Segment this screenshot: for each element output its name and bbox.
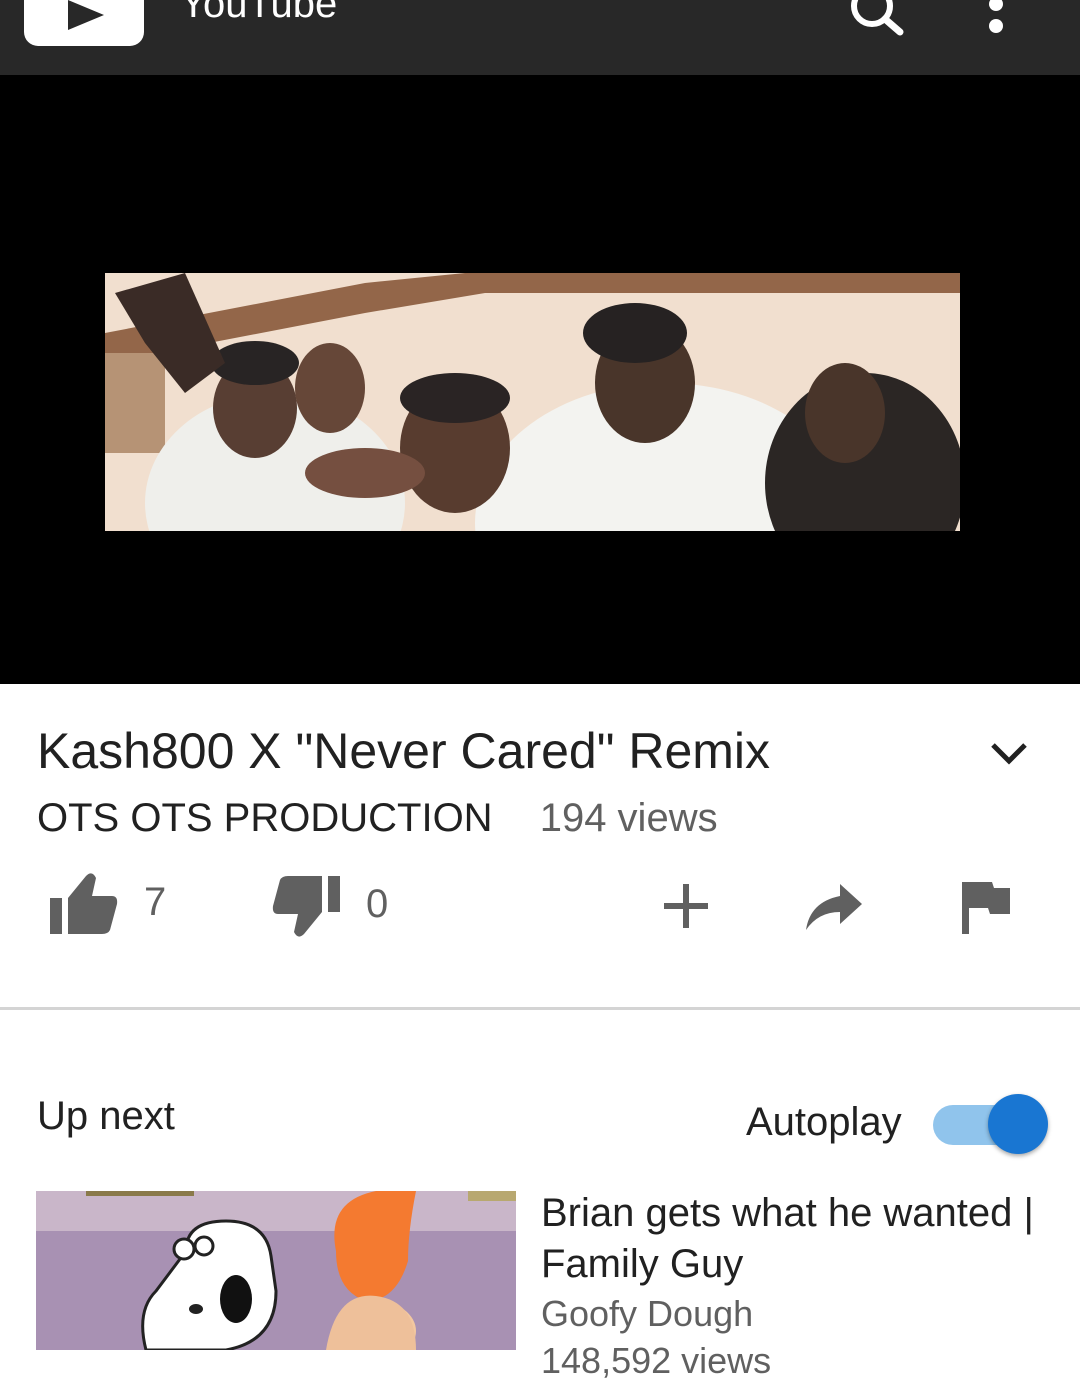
- thumbnail-image: [36, 1191, 516, 1350]
- add-icon[interactable]: [664, 884, 708, 928]
- channel-name[interactable]: OTS OTS PRODUCTION: [37, 796, 493, 840]
- recommended-thumbnail[interactable]: [36, 1191, 516, 1350]
- up-next-heading: Up next: [37, 1094, 175, 1138]
- youtube-logo-icon[interactable]: [24, 0, 144, 46]
- more-vert-icon[interactable]: [985, 0, 1007, 38]
- thumb-up-icon[interactable]: [50, 872, 118, 934]
- video-title: Kash800 X "Never Cared" Remix: [37, 723, 771, 779]
- recommended-title[interactable]: Brian gets what he wanted | Family Guy: [541, 1188, 1061, 1290]
- recommended-views: 148,592 views: [541, 1340, 772, 1381]
- chevron-down-icon[interactable]: [988, 738, 1030, 770]
- view-count: 194 views: [539, 796, 718, 840]
- section-divider: [0, 1007, 1080, 1010]
- video-player[interactable]: [0, 75, 1080, 684]
- video-frame: [105, 273, 960, 531]
- autoplay-label: Autoplay: [746, 1100, 902, 1144]
- recommended-channel: Goofy Dough: [541, 1293, 754, 1334]
- app-title: YouTube: [180, 0, 338, 26]
- flag-icon[interactable]: [962, 882, 1010, 934]
- video-scene-image: [105, 273, 960, 531]
- share-icon[interactable]: [806, 884, 862, 930]
- autoplay-toggle-thumb[interactable]: [988, 1094, 1048, 1154]
- dislike-count: 0: [366, 882, 389, 926]
- thumb-down-icon[interactable]: [272, 876, 340, 938]
- video-meta: OTS OTS PRODUCTION 194 views: [37, 796, 718, 841]
- like-count: 7: [144, 880, 167, 924]
- search-icon[interactable]: [848, 0, 908, 46]
- top-app-bar: YouTube: [0, 0, 1080, 75]
